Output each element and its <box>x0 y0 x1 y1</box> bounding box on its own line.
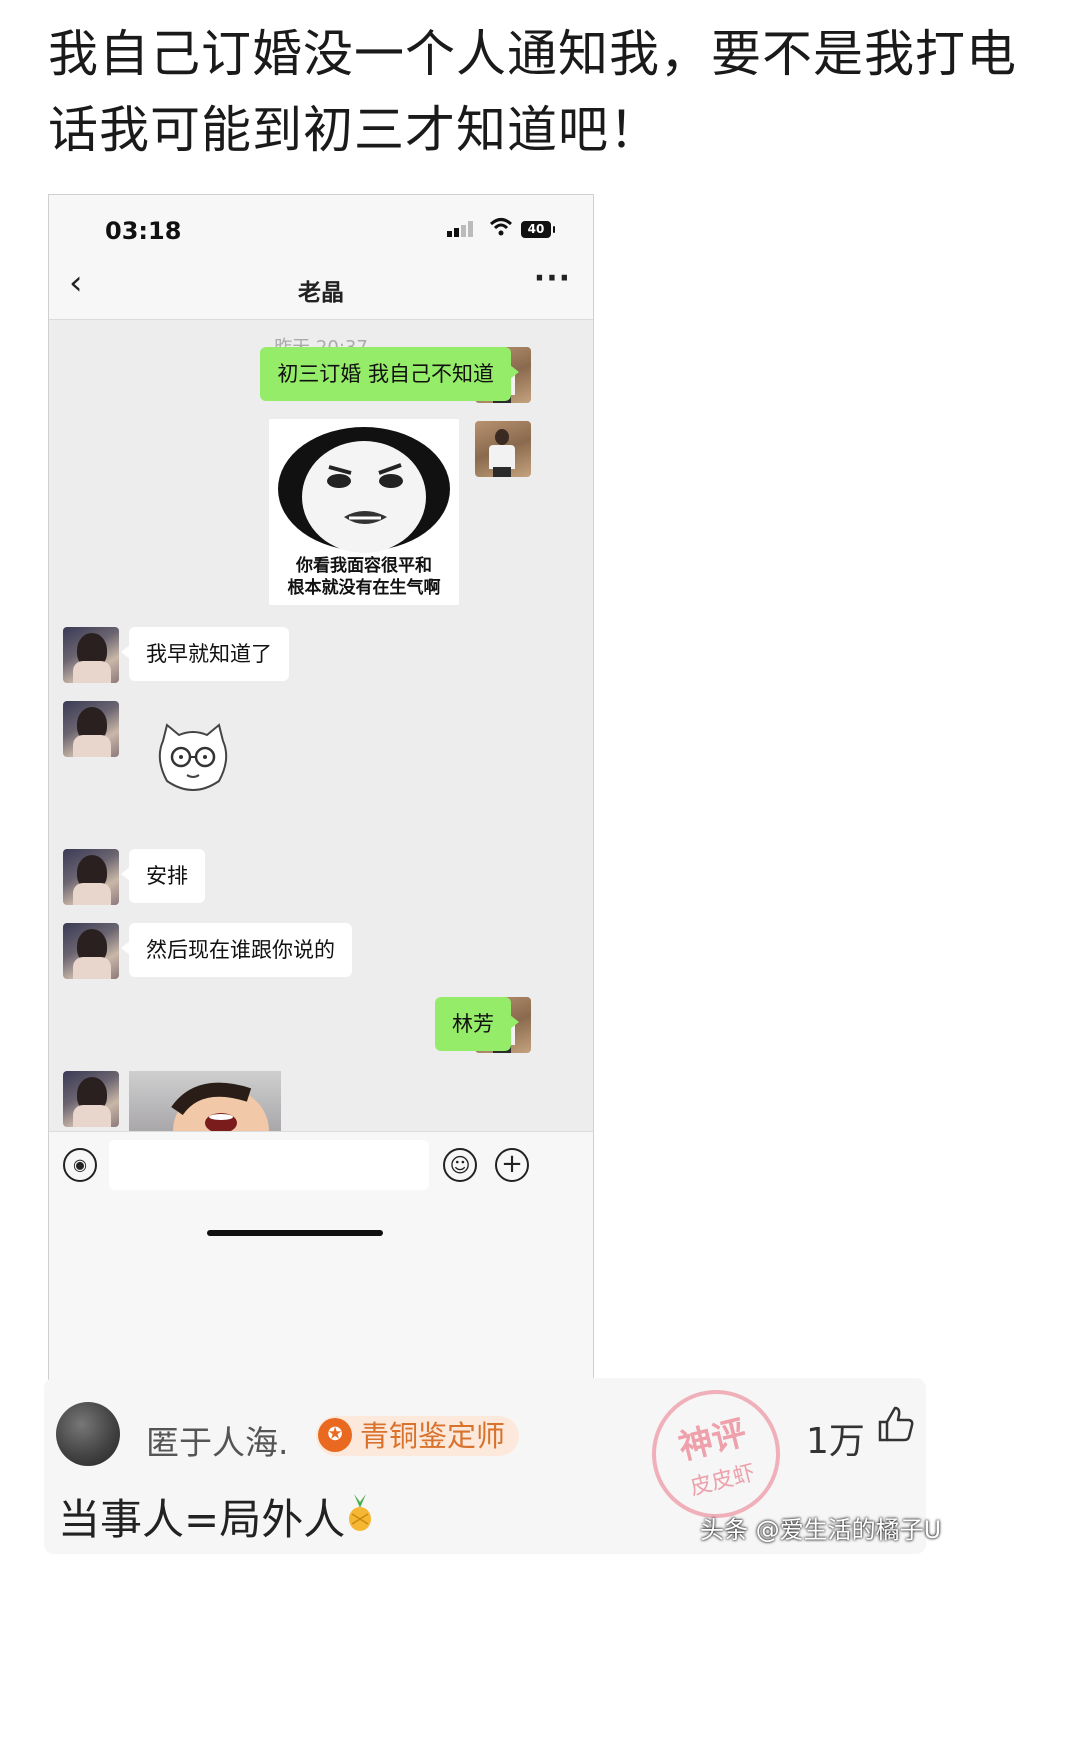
glasses-cat-sticker[interactable] <box>153 719 233 799</box>
contact-avatar[interactable] <box>63 1071 119 1127</box>
message-input[interactable] <box>109 1140 429 1190</box>
contact-avatar[interactable] <box>63 701 119 757</box>
source-watermark: 头条 @爱生活的橘子U <box>700 1516 942 1544</box>
wifi-icon <box>489 218 513 236</box>
message-bubble-outgoing[interactable]: 林芳 <box>435 997 519 1051</box>
medal-icon: ✪ <box>318 1418 352 1452</box>
sticker-caption-line2: 根本就没有在生气啊 <box>287 578 441 598</box>
commenter-name[interactable]: 匿于人海. <box>146 1416 289 1464</box>
battery-icon: 40 <box>521 221 555 238</box>
laughing-kid-photo[interactable] <box>129 1071 281 1131</box>
emoji-icon[interactable]: ☺ <box>443 1148 477 1182</box>
status-bar: 03:18 40 <box>49 195 593 255</box>
panda-meme-sticker[interactable]: 你看我面容很平和 根本就没有在生气啊 <box>269 419 459 605</box>
user-rank-badge: ✪ 青铜鉴定师 <box>316 1416 520 1456</box>
post-title: 我自己订婚没一个人通知我，要不是我打电话我可能到初三才知道吧！ <box>48 25 1017 159</box>
message-bubble-incoming[interactable]: 然后现在谁跟你说的 <box>121 923 352 977</box>
input-bar: ◉ ☺ + <box>49 1131 593 1379</box>
message-bubble-outgoing[interactable]: 初三订婚 我自己不知道 <box>260 347 519 401</box>
my-avatar[interactable] <box>475 421 531 477</box>
plus-icon[interactable]: + <box>495 1148 529 1182</box>
contact-avatar[interactable] <box>63 627 119 683</box>
sticker-caption: 你看我面容很平和 根本就没有在生气啊 <box>269 555 459 599</box>
thumbs-up-icon[interactable] <box>876 1404 916 1444</box>
signal-icon <box>447 221 473 237</box>
message-bubble-incoming[interactable]: 安排 <box>121 849 205 903</box>
contact-avatar[interactable] <box>63 849 119 905</box>
phone-screenshot: 03:18 40 ‹ 老晶 ··· 昨天 20:37 初三订婚 我自己不知道 <box>48 194 594 1380</box>
like-count: 1万 <box>806 1421 865 1462</box>
home-indicator <box>207 1230 383 1236</box>
status-time: 03:18 <box>105 217 182 245</box>
commenter-avatar[interactable] <box>56 1402 120 1466</box>
more-dots-icon[interactable]: ··· <box>534 261 571 296</box>
chat-title: 老晶 <box>298 280 344 306</box>
badge-label: 青铜鉴定师 <box>360 1419 506 1453</box>
chat-header: ‹ 老晶 ··· <box>49 255 593 320</box>
featured-comment-stamp: 神评 皮皮虾 <box>638 1376 794 1532</box>
pineapple-emoji <box>349 1494 371 1531</box>
voice-icon[interactable]: ◉ <box>63 1148 97 1182</box>
panda-face-icon <box>278 427 450 553</box>
sticker-caption-line1: 你看我面容很平和 <box>296 556 432 576</box>
contact-avatar[interactable] <box>63 923 119 979</box>
comment-text: 当事人=局外人 <box>58 1495 346 1544</box>
message-bubble-incoming[interactable]: 我早就知道了 <box>121 627 289 681</box>
